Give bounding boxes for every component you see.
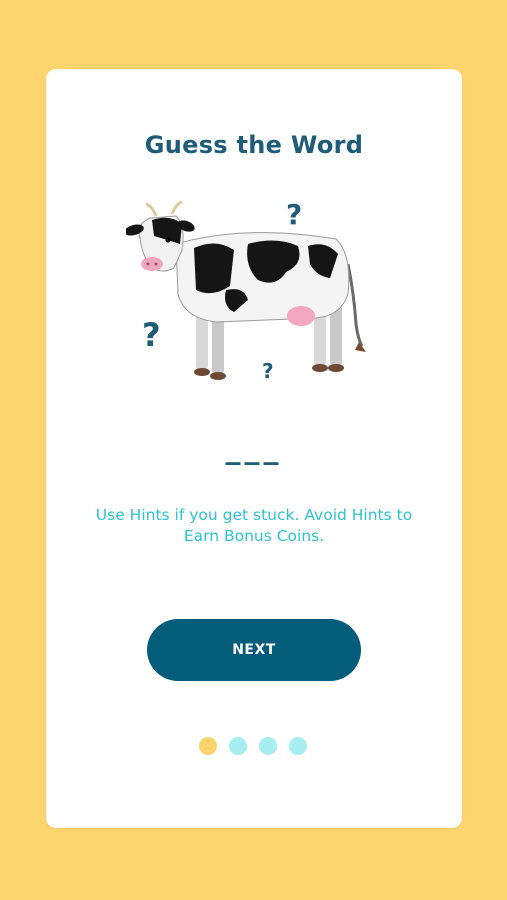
- pagination-dots: [199, 737, 307, 755]
- pagination-dot-1[interactable]: [199, 737, 217, 755]
- pagination-dot-2[interactable]: [229, 737, 247, 755]
- cow-illustration: ? ? ?: [126, 198, 366, 383]
- question-mark-icon: ?: [262, 359, 274, 383]
- page-title: Guess the Word: [144, 131, 364, 159]
- pagination-dot-4[interactable]: [289, 737, 307, 755]
- hint-text: Use Hints if you get stuck. Avoid Hints …: [95, 506, 413, 545]
- question-mark-icon: ?: [142, 316, 161, 354]
- question-mark-icon: ?: [286, 198, 302, 231]
- pagination-dot-3[interactable]: [259, 737, 277, 755]
- onboarding-card: Guess the Word ? ? ? ___ Use Hints if yo…: [46, 69, 462, 828]
- word-blanks: ___: [225, 431, 283, 466]
- next-button[interactable]: NEXT: [147, 619, 361, 681]
